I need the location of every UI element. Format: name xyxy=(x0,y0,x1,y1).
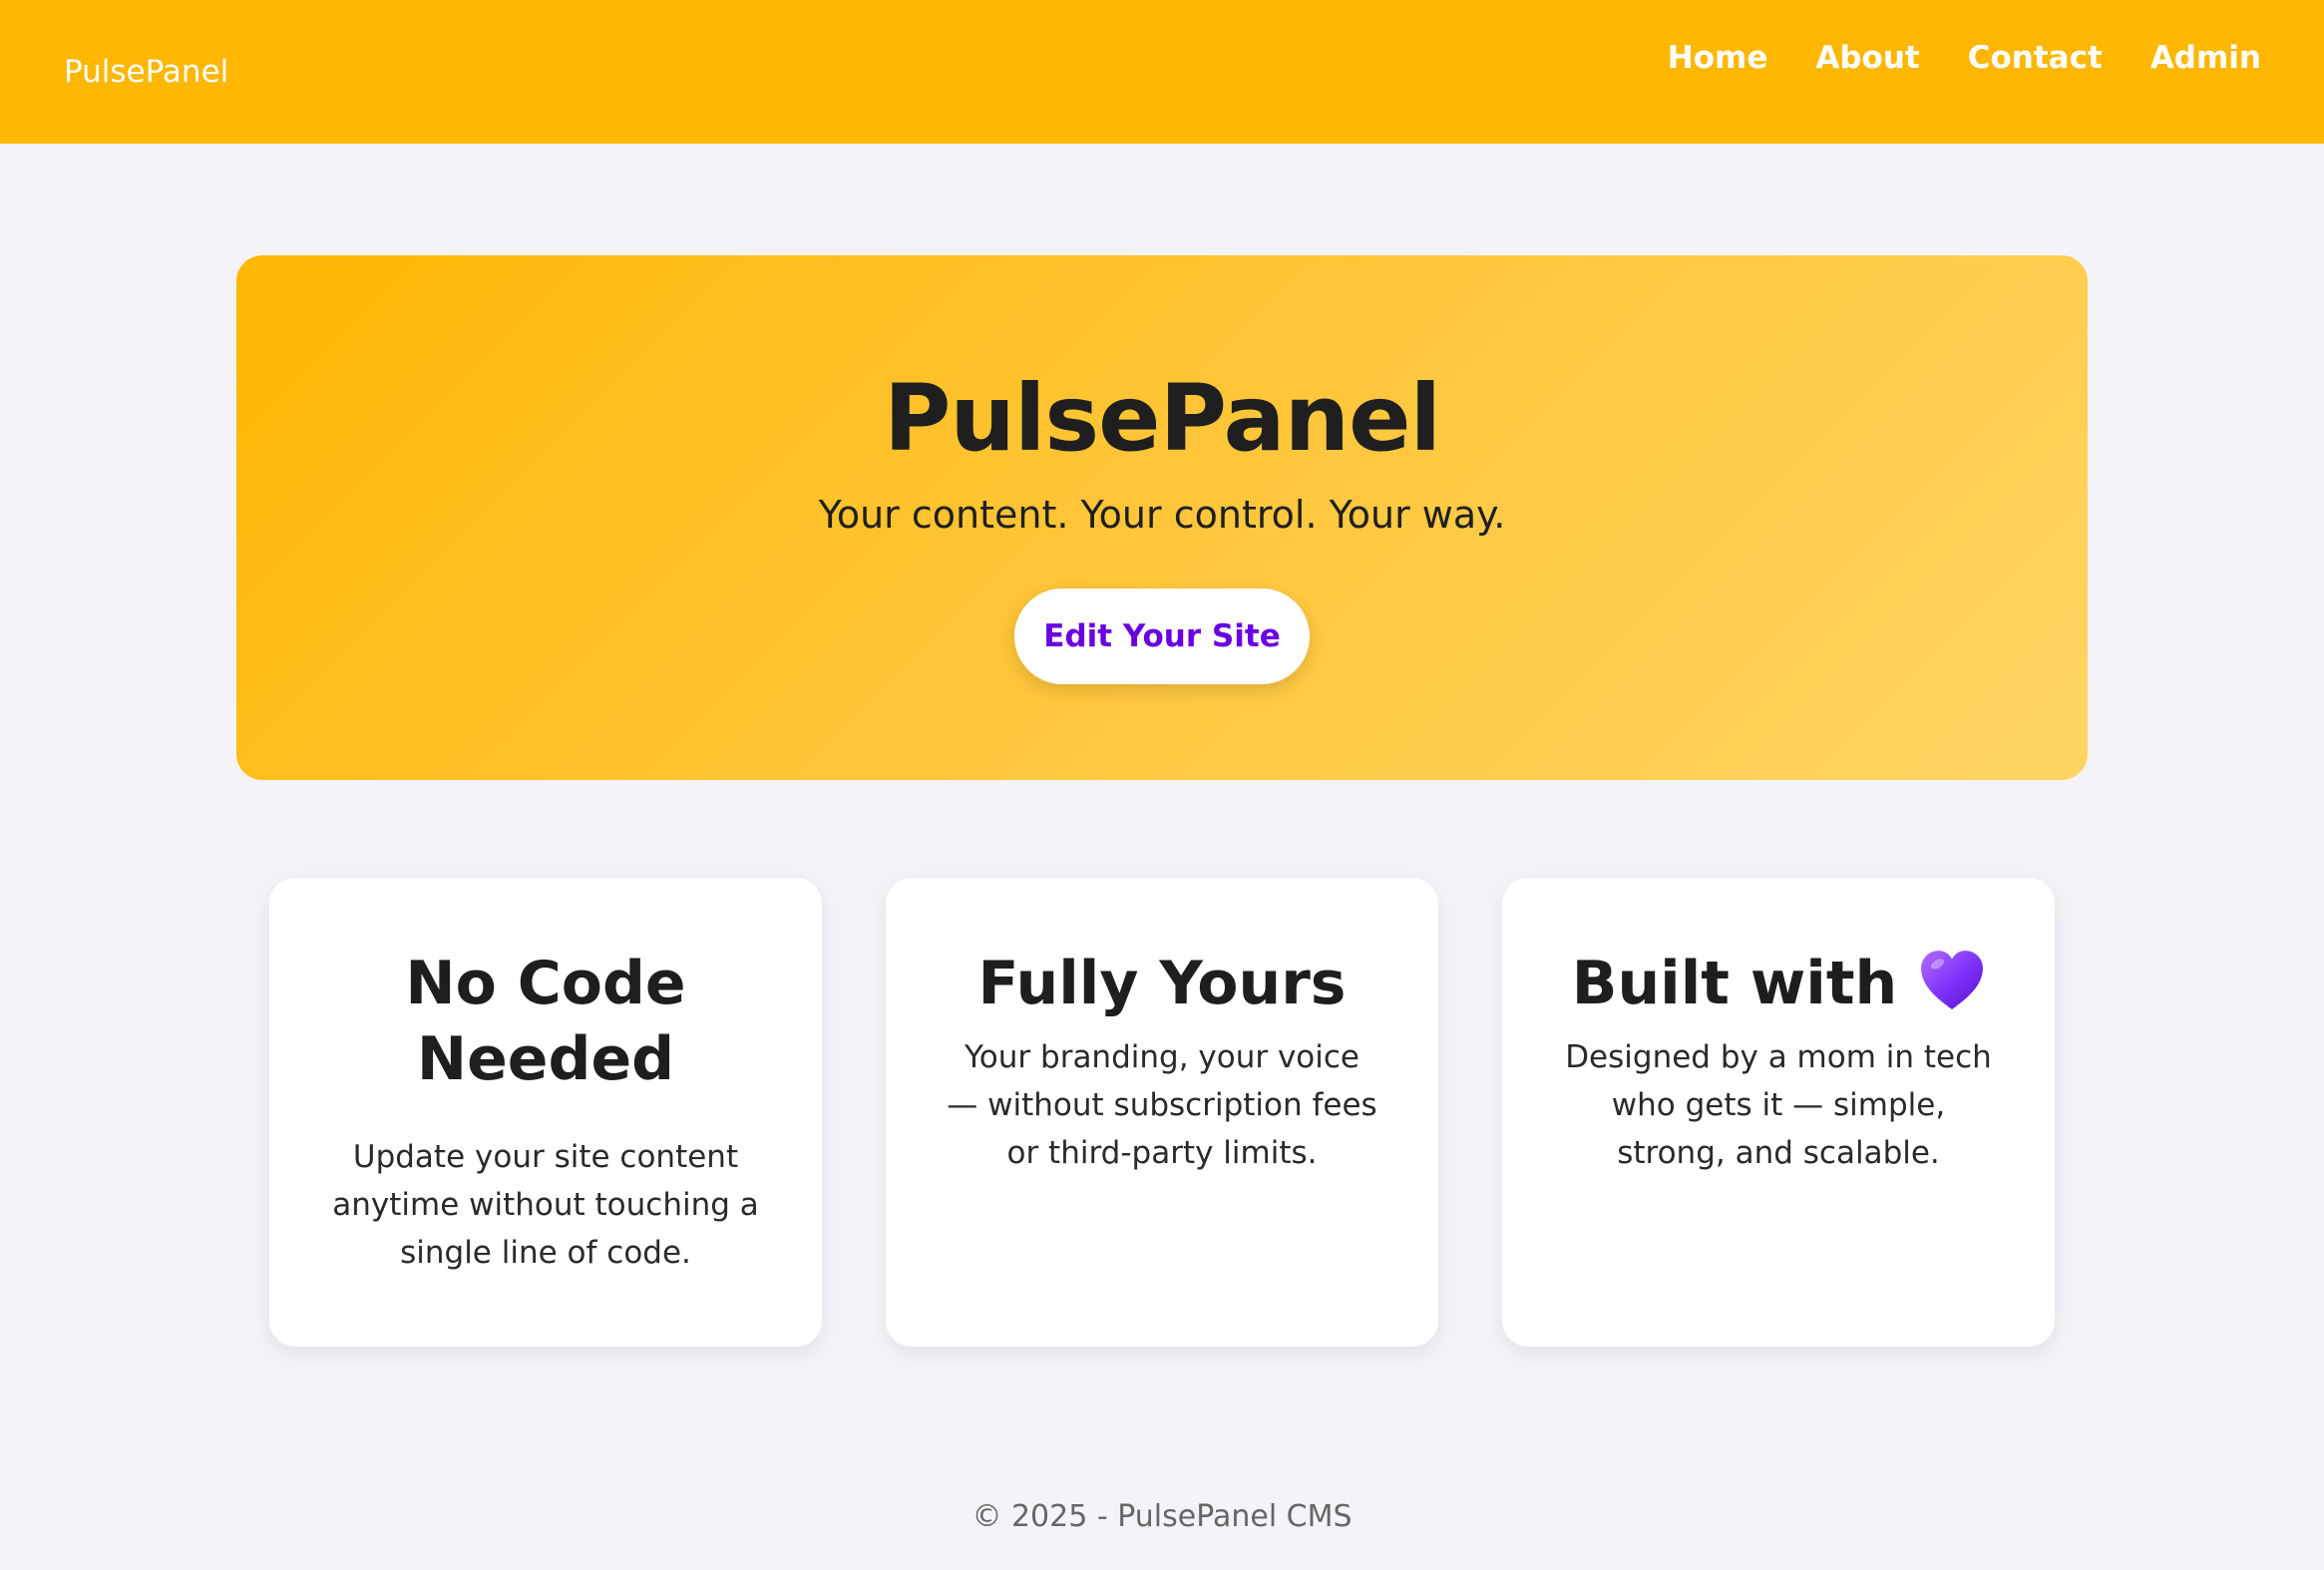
nav-link-contact[interactable]: Contact xyxy=(1968,36,2103,80)
edit-your-site-button[interactable]: Edit Your Site xyxy=(1014,589,1310,684)
hero-banner: PulsePanel Your content. Your control. Y… xyxy=(236,255,2088,780)
feature-description: Update your site content anytime without… xyxy=(332,1139,759,1271)
feature-card-fully-yours: Fully Yours Your branding, your voice — … xyxy=(886,878,1438,1347)
nav-link-about[interactable]: About xyxy=(1815,36,1919,80)
feature-title: No Code Needed xyxy=(405,949,686,1094)
main-nav: Home About Contact Admin xyxy=(1668,36,2261,80)
page-footer: © 2025 - PulsePanel CMS xyxy=(971,1499,1353,1534)
nav-link-home[interactable]: Home xyxy=(1668,36,1768,80)
feature-card-built-with: Built with Designed by a mom in tech who… xyxy=(1502,878,2055,1347)
hero-tagline: Your content. Your control. Your way. xyxy=(818,493,1506,537)
feature-title-wrapper: Built with xyxy=(1542,946,2015,1021)
top-navbar: PulsePanel Home About Contact Admin xyxy=(0,0,2324,144)
feature-description: Designed by a mom in tech who gets it — … xyxy=(1565,1039,1992,1171)
brand-logo-text[interactable]: PulsePanel xyxy=(64,50,228,94)
hero-title: PulsePanel xyxy=(883,365,1441,472)
nav-link-admin[interactable]: Admin xyxy=(2150,36,2261,80)
purple-heart-icon xyxy=(1921,951,1984,1009)
feature-title: Fully Yours xyxy=(977,949,1347,1018)
feature-card-no-code: No Code Needed Update your site content … xyxy=(269,878,822,1347)
feature-description: Your branding, your voice — without subs… xyxy=(947,1039,1377,1171)
feature-title: Built with xyxy=(1571,949,1898,1018)
